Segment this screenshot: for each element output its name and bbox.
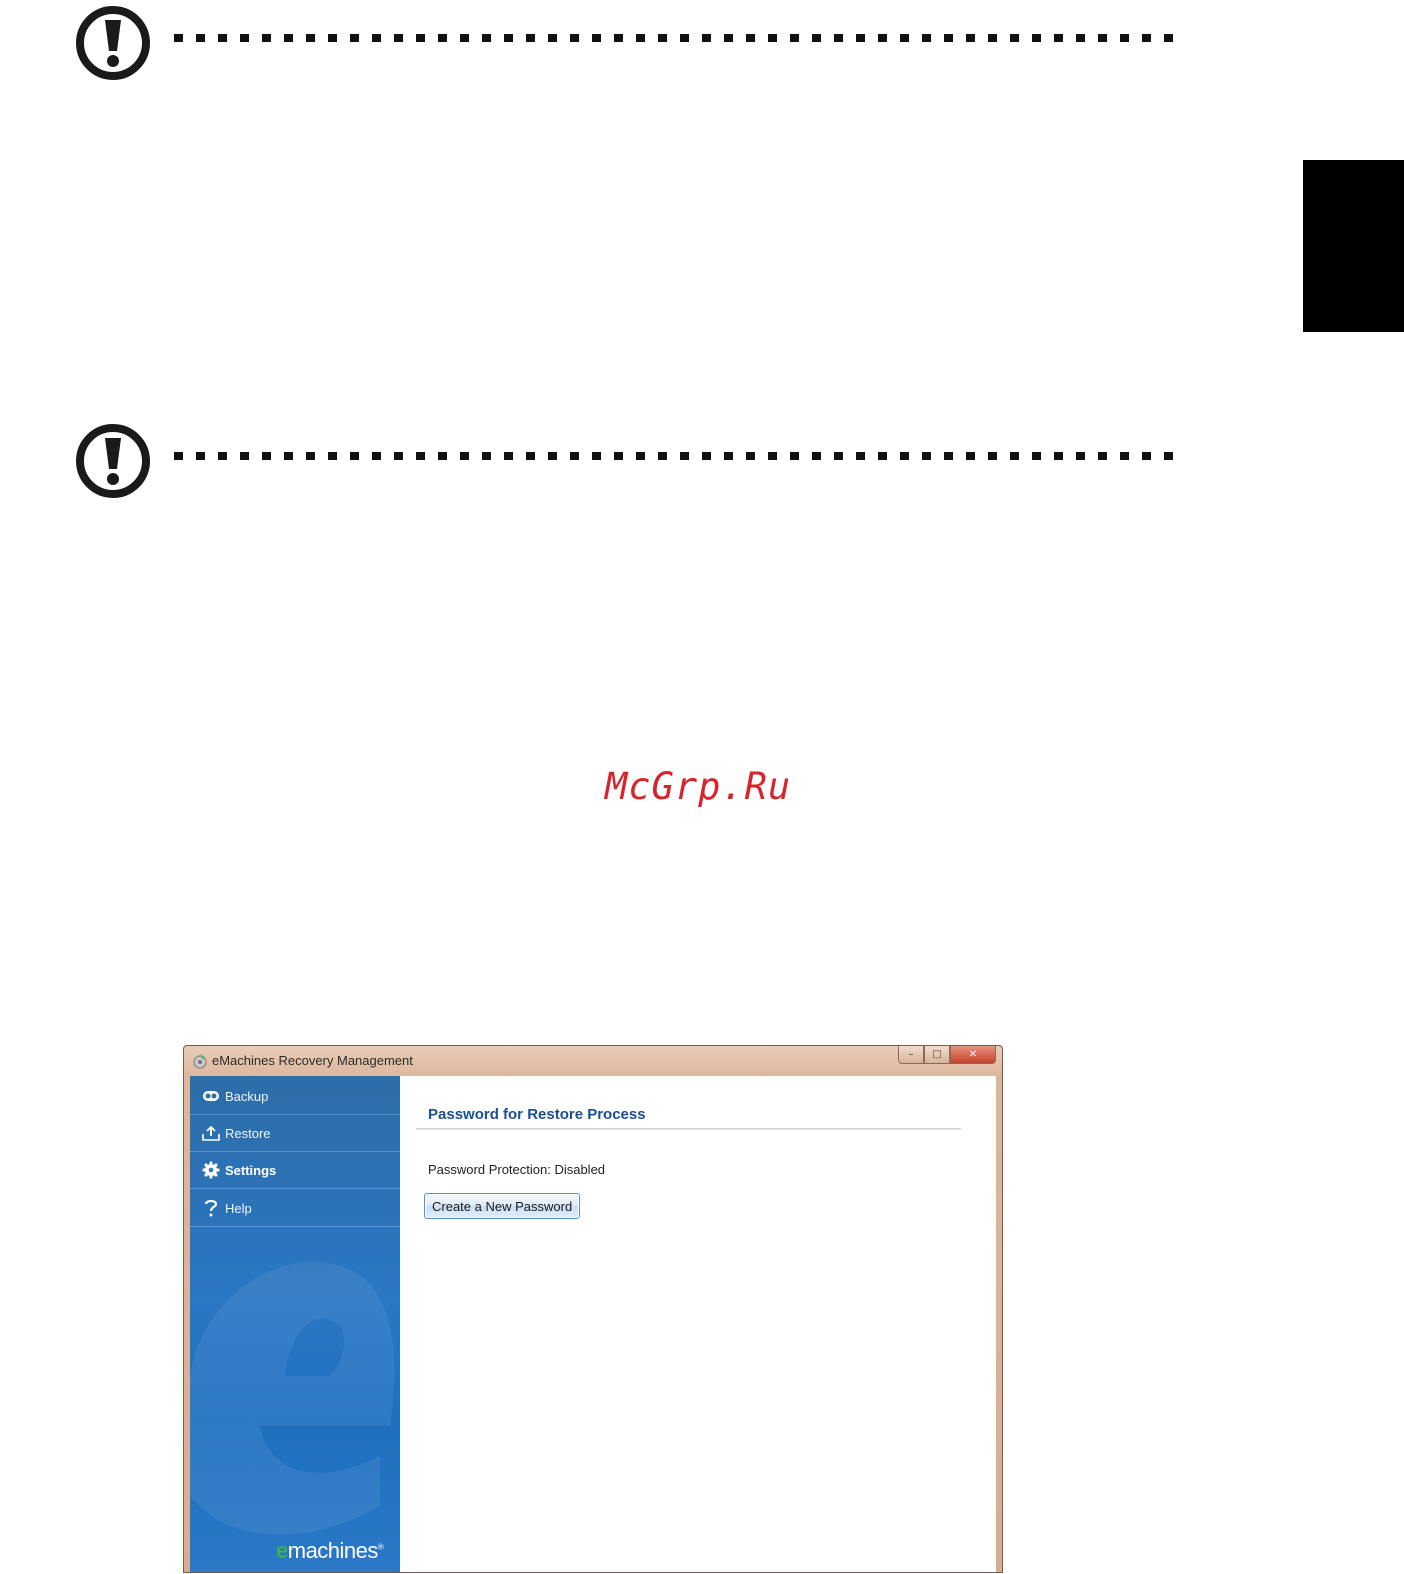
caution-note-2: [74, 422, 1189, 502]
window-client: Backup Restore Settings Help emachines® …: [190, 1076, 996, 1572]
exclamation-icon: [76, 6, 150, 80]
app-icon: [193, 1054, 207, 1069]
window-titlebar[interactable]: eMachines Recovery Management – □ ✕: [184, 1046, 1002, 1076]
close-button[interactable]: ✕: [950, 1046, 996, 1064]
chapter-tab: [1303, 160, 1404, 332]
panel-title: Password for Restore Process: [428, 1106, 646, 1123]
sidebar-item-restore[interactable]: Restore: [190, 1115, 400, 1152]
title-divider: [416, 1128, 961, 1130]
backup-icon: [200, 1089, 222, 1103]
sidebar-item-backup[interactable]: Backup: [190, 1078, 400, 1115]
main-panel: Password for Restore Process Password Pr…: [400, 1076, 996, 1572]
emachines-logo: emachines®: [276, 1538, 384, 1563]
minimize-button[interactable]: –: [898, 1046, 924, 1064]
window-controls: – □ ✕: [898, 1046, 996, 1066]
sidebar-item-label: Backup: [225, 1088, 269, 1104]
sidebar-item-label: Settings: [225, 1162, 277, 1178]
dotted-separator: [174, 34, 1185, 42]
sidebar-item-label: Restore: [225, 1125, 271, 1141]
create-new-password-button[interactable]: Create a New Password: [424, 1193, 581, 1219]
help-icon: [200, 1199, 222, 1217]
dotted-separator: [174, 452, 1185, 460]
watermark: McGrp.Ru: [605, 765, 792, 808]
maximize-button[interactable]: □: [924, 1046, 950, 1064]
password-protection-status: Password Protection: Disabled: [428, 1162, 606, 1177]
sidebar: Backup Restore Settings Help emachines®: [190, 1076, 400, 1572]
caution-note-1: [74, 4, 1189, 84]
sidebar-item-settings[interactable]: Settings: [190, 1152, 400, 1189]
exclamation-icon: [76, 424, 150, 498]
window-title: eMachines Recovery Management: [212, 1053, 413, 1068]
sidebar-item-label: Help: [225, 1200, 252, 1216]
gear-icon: [200, 1161, 222, 1179]
sidebar-item-help[interactable]: Help: [190, 1190, 400, 1227]
restore-icon: [200, 1125, 222, 1141]
recovery-management-window: eMachines Recovery Management – □ ✕ Back…: [183, 1045, 1003, 1573]
